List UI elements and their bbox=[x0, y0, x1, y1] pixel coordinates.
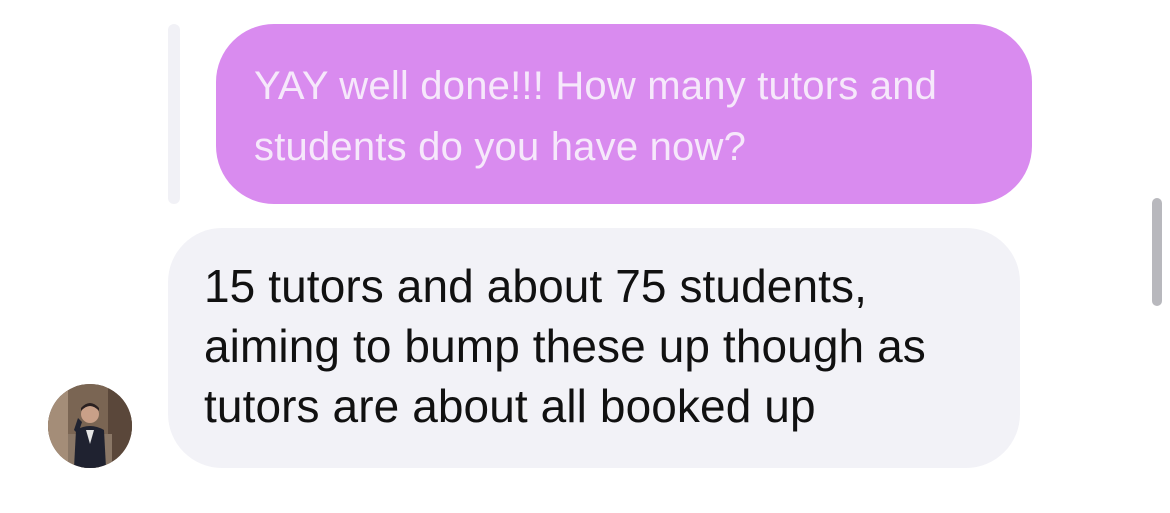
sender-avatar[interactable] bbox=[48, 384, 132, 468]
quoted-message-bubble[interactable]: YAY well done!!! How many tutors and stu… bbox=[216, 24, 1032, 204]
quoted-message-text: YAY well done!!! How many tutors and stu… bbox=[254, 64, 938, 169]
person-photo-icon bbox=[48, 384, 132, 468]
scrollbar-thumb[interactable] bbox=[1152, 198, 1162, 306]
reply-message-text: 15 tutors and about 75 students, aiming … bbox=[204, 260, 926, 432]
reply-thread-line bbox=[168, 24, 180, 204]
reply-message-bubble[interactable]: 15 tutors and about 75 students, aiming … bbox=[168, 228, 1020, 468]
